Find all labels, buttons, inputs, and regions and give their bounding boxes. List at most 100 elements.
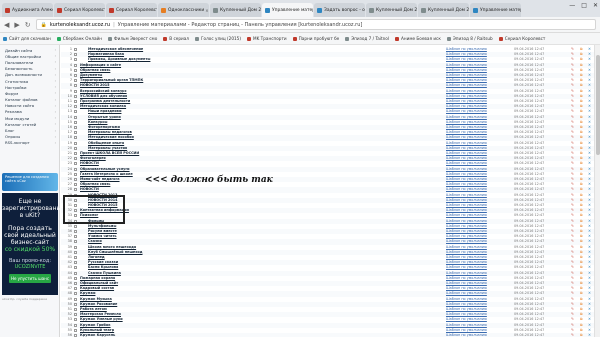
row-checkbox[interactable] (74, 146, 77, 150)
row-checkbox[interactable] (74, 131, 77, 135)
bookmark-item[interactable]: Сайт для скачиван (3, 36, 51, 41)
browser-tab[interactable]: Сериал Королевство× (106, 3, 157, 17)
browser-tab[interactable]: Управление матер× (262, 3, 313, 17)
row-checkbox[interactable] (74, 120, 77, 124)
row-checkbox[interactable] (74, 302, 77, 306)
row-checkbox[interactable] (74, 58, 77, 62)
row-checkbox[interactable] (74, 292, 77, 296)
bookmark-item[interactable]: В сериал (163, 36, 189, 41)
close-window-button[interactable]: ✕ (593, 2, 598, 9)
tab-close-icon[interactable]: × (204, 8, 208, 13)
row-checkbox[interactable] (74, 152, 77, 155)
row-checkbox[interactable] (74, 261, 77, 265)
edit-icon[interactable]: ✎ (571, 333, 574, 337)
row-checkbox[interactable] (74, 256, 77, 259)
ad-line: бизнес-сайт (10, 239, 50, 247)
row-checkbox[interactable] (74, 266, 77, 270)
row-checkbox[interactable] (74, 53, 77, 57)
row-checkbox[interactable] (74, 100, 77, 103)
row-checkbox[interactable] (74, 245, 77, 249)
bookmark-item[interactable]: Эпизод 8 / Raitsub (446, 36, 493, 41)
row-checkbox[interactable] (74, 115, 77, 119)
sidebar-item[interactable]: RSS-экспорт › (0, 140, 59, 146)
url-input[interactable]: 🔒 kurtenoleksandr.ucoz.ru | Управление м… (35, 19, 596, 30)
row-checkbox[interactable] (74, 63, 77, 67)
row-checkbox[interactable] (74, 48, 77, 51)
row-checkbox[interactable] (74, 308, 77, 311)
copy-icon[interactable]: ⧉ (580, 333, 583, 337)
row-checkbox[interactable] (74, 68, 77, 72)
sidebar-item-label: Каталог статей (5, 121, 37, 127)
row-checkbox[interactable] (74, 313, 77, 317)
delete-icon[interactable]: ✕ (588, 333, 591, 337)
maximize-button[interactable]: □ (581, 2, 587, 9)
row-checkbox[interactable] (74, 141, 77, 145)
row-date: 09.04.2016 12:47 (514, 333, 545, 337)
row-checkbox[interactable] (74, 183, 77, 187)
row-checkbox[interactable] (74, 287, 77, 291)
bookmark-item[interactable]: Сбербанк Онлайн (56, 36, 102, 41)
chevron-right-icon: › (54, 66, 56, 71)
reload-button[interactable]: ↻ (25, 21, 31, 29)
row-checkbox[interactable] (74, 282, 77, 285)
bookmark-item[interactable]: Эпизод 7 / Taitnol (345, 36, 389, 41)
browser-tab[interactable]: Купленный Дом 2 (× (418, 3, 469, 17)
row-checkbox[interactable] (74, 318, 77, 322)
minimize-button[interactable]: — (569, 2, 575, 9)
tab-favicon-icon (317, 7, 322, 13)
scrollbar-thumb[interactable] (596, 55, 600, 155)
sidebar-item-label: Общие настройки (5, 53, 41, 59)
row-checkbox[interactable] (74, 240, 77, 244)
row-checkbox[interactable] (74, 230, 77, 233)
browser-tab[interactable]: Купленный Дом 2 (× (210, 3, 261, 17)
url-domain: kurtenoleksandr.ucoz.ru (49, 21, 111, 28)
bookmark-item[interactable]: MK Транспорти (246, 36, 287, 41)
row-checkbox[interactable] (74, 167, 77, 171)
back-button[interactable]: ◀ (4, 21, 9, 29)
row-checkbox[interactable] (74, 162, 77, 166)
row-checkbox[interactable] (74, 105, 77, 109)
row-checkbox[interactable] (74, 136, 77, 140)
row-checkbox[interactable] (74, 188, 77, 192)
browser-tab[interactable]: Купленный Дом 2 (× (366, 3, 417, 17)
row-checkbox[interactable] (74, 74, 77, 77)
row-checkbox[interactable] (74, 328, 77, 332)
row-checkbox[interactable] (74, 126, 77, 129)
browser-tab[interactable]: Управление матер× (470, 3, 521, 17)
forward-button[interactable]: ▶ (14, 21, 19, 29)
page-link[interactable]: Кружок Карусель (80, 333, 115, 337)
bookmark-item[interactable]: Парни пробуют бе (292, 36, 339, 41)
row-checkbox[interactable] (74, 276, 77, 280)
page-scrollbar[interactable] (594, 45, 600, 337)
row-checkbox[interactable] (74, 172, 77, 176)
bookmark-item[interactable]: Сериал Королевст (498, 36, 546, 41)
ad-cta-button[interactable]: Не упустить шанс (9, 274, 51, 284)
ucoz-ad-banner[interactable]: Решение для создания сайта uCoz (2, 173, 58, 191)
bookmark-item[interactable]: Фильм Эверест смо (108, 36, 157, 41)
browser-tab[interactable]: Сериал Королевство× (54, 3, 105, 17)
chevron-right-icon: › (54, 85, 56, 90)
row-checkbox[interactable] (74, 110, 77, 114)
row-checkbox[interactable] (74, 94, 77, 98)
browser-tab[interactable]: Одноклассники × (158, 3, 209, 17)
row-checkbox[interactable] (74, 271, 77, 275)
row-checkbox[interactable] (74, 235, 77, 239)
template-link[interactable]: Шаблон по умолчанию (446, 333, 487, 337)
bookmark-favicon-icon (395, 36, 400, 41)
row-checkbox[interactable] (74, 79, 77, 83)
row-checkbox[interactable] (74, 224, 77, 228)
row-checkbox[interactable] (74, 250, 77, 254)
bookmark-item[interactable]: Аниме Боевая иск (395, 36, 441, 41)
row-checkbox[interactable] (74, 157, 77, 161)
bookmarks-bar: Сайт для скачиван Сбербанк Онлайн Фильм Эв… (0, 33, 600, 45)
browser-tab[interactable]: Задать вопрос - обр× (314, 3, 365, 17)
row-checkbox[interactable] (74, 323, 77, 327)
bookmark-label: Сериал Королевст (504, 36, 546, 41)
browser-tab[interactable]: Аудиокнига Алексан× (2, 3, 53, 17)
row-checkbox[interactable] (74, 297, 77, 301)
ukit-ad[interactable]: Еще не зарегистрированы в uKit? Пора соз… (2, 193, 61, 295)
row-checkbox[interactable] (74, 89, 77, 93)
bookmark-item[interactable]: Голос улиц (2015) (195, 36, 241, 41)
row-checkbox[interactable] (74, 84, 77, 88)
row-checkbox[interactable] (74, 178, 77, 181)
